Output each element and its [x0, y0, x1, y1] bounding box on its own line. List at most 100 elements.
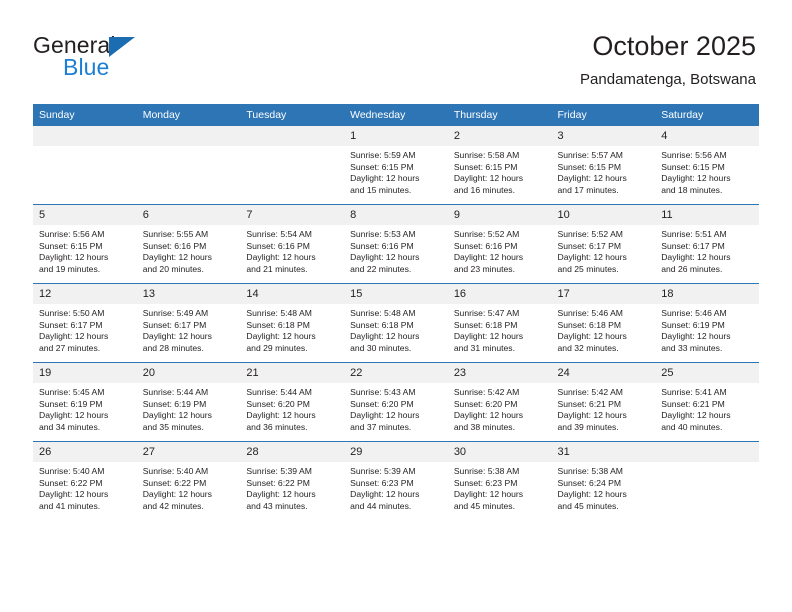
sunset-time: Sunset: 6:17 PM [39, 319, 103, 330]
calendar-day-cell[interactable]: 23 Sunrise: 5:42 AM Sunset: 6:20 PM Dayligh… [447, 362, 552, 442]
calendar-day-cell[interactable]: 22 Sunrise: 5:43 AM Sunset: 6:20 PM Dayligh… [344, 362, 448, 442]
sunrise-time: Sunrise: 5:54 AM [246, 229, 312, 239]
sunset-time: Sunset: 6:23 PM [453, 477, 518, 488]
calendar-day-cell[interactable]: 26 Sunrise: 5:40 AM Sunset: 6:22 PM Dayligh… [33, 441, 137, 520]
title-block: October 2025 Pandamatenga, Botswana [580, 30, 756, 91]
daylight-duration-line1: Daylight: 12 hours [350, 410, 420, 421]
calendar-day-cell[interactable]: 17 Sunrise: 5:46 AM Sunset: 6:18 PM Dayligh… [551, 283, 656, 363]
calendar-page: General Blue October 2025 Pandamatenga, … [0, 0, 792, 612]
day-details: Sunrise: 5:44 AM Sunset: 6:19 PM Daylight:… [137, 383, 241, 433]
sunrise-time: Sunrise: 5:52 AM [557, 229, 623, 239]
day-details: Sunrise: 5:45 AM Sunset: 6:19 PM Daylight:… [33, 383, 137, 433]
daylight-duration-line1: Daylight: 12 hours [39, 252, 109, 263]
calendar-day-cell[interactable]: 30 Sunrise: 5:38 AM Sunset: 6:23 PM Dayligh… [447, 441, 552, 520]
day-details: Sunrise: 5:40 AM Sunset: 6:22 PM Daylight:… [137, 462, 241, 512]
calendar-day-cell[interactable]: 4 Sunrise: 5:56 AM Sunset: 6:15 PM Daylight… [655, 126, 759, 205]
daylight-duration-line2: and 30 minutes. [350, 342, 412, 353]
day-details: Sunrise: 5:56 AM Sunset: 6:15 PM Daylight:… [33, 225, 137, 275]
sunrise-time: Sunrise: 5:59 AM [350, 150, 416, 160]
calendar-day-cell[interactable]: 28 Sunrise: 5:39 AM Sunset: 6:22 PM Dayligh… [240, 441, 345, 520]
calendar-day-cell[interactable]: 27 Sunrise: 5:40 AM Sunset: 6:22 PM Dayligh… [136, 441, 241, 520]
daylight-duration-line2: and 44 minutes. [350, 500, 412, 511]
calendar-day-cell[interactable]: 18 Sunrise: 5:46 AM Sunset: 6:19 PM Dayligh… [655, 283, 759, 363]
sunrise-time: Sunrise: 5:39 AM [246, 466, 312, 476]
calendar-day-cell[interactable]: 21 Sunrise: 5:44 AM Sunset: 6:20 PM Dayligh… [240, 362, 345, 442]
sunset-time: Sunset: 6:23 PM [350, 477, 414, 488]
calendar-day-cell[interactable]: 9 Sunrise: 5:52 AM Sunset: 6:16 PM Daylight… [447, 204, 552, 284]
daylight-duration-line2: and 21 minutes. [246, 263, 308, 274]
day-number: 26 [33, 442, 137, 462]
calendar-day-cell[interactable]: 3 Sunrise: 5:57 AM Sunset: 6:15 PM Daylight… [551, 126, 656, 205]
day-number: 1 [344, 126, 448, 146]
daylight-duration-line1: Daylight: 12 hours [661, 331, 731, 342]
daylight-duration-line2: and 39 minutes. [557, 421, 619, 432]
calendar-day-cell[interactable]: 25 Sunrise: 5:41 AM Sunset: 6:21 PM Dayligh… [655, 362, 759, 442]
sunrise-time: Sunrise: 5:42 AM [557, 387, 623, 397]
calendar-day-cell[interactable]: 2 Sunrise: 5:58 AM Sunset: 6:15 PM Daylight… [447, 126, 552, 205]
calendar-day-cell[interactable]: 19 Sunrise: 5:45 AM Sunset: 6:19 PM Dayligh… [33, 362, 137, 442]
daylight-duration-line2: and 15 minutes. [350, 184, 412, 195]
calendar-day-cell[interactable]: 10 Sunrise: 5:52 AM Sunset: 6:17 PM Dayligh… [551, 204, 656, 284]
calendar-day-cell[interactable]: 1 Sunrise: 5:59 AM Sunset: 6:15 PM Daylight… [344, 126, 448, 205]
calendar-day-cell[interactable]: 7 Sunrise: 5:54 AM Sunset: 6:16 PM Daylight… [240, 204, 345, 284]
calendar-day-cell[interactable]: 6 Sunrise: 5:55 AM Sunset: 6:16 PM Daylight… [136, 204, 241, 284]
day-number: 30 [447, 442, 552, 462]
sunrise-time: Sunrise: 5:51 AM [661, 229, 727, 239]
daylight-duration-line2: and 23 minutes. [453, 263, 515, 274]
weekday-header-monday: Monday [136, 104, 241, 126]
calendar-day-cell[interactable]: 31 Sunrise: 5:38 AM Sunset: 6:24 PM Dayligh… [551, 441, 656, 520]
calendar-day-cell[interactable]: 12 Sunrise: 5:50 AM Sunset: 6:17 PM Dayligh… [33, 283, 137, 363]
day-details: Sunrise: 5:49 AM Sunset: 6:17 PM Daylight:… [137, 304, 241, 354]
day-number: 2 [447, 126, 552, 146]
sunset-time: Sunset: 6:20 PM [350, 398, 414, 409]
daylight-duration-line2: and 35 minutes. [142, 421, 204, 432]
sunrise-time: Sunrise: 5:39 AM [350, 466, 416, 476]
day-number: 9 [447, 205, 552, 225]
daylight-duration-line2: and 45 minutes. [453, 500, 515, 511]
calendar-day-cell[interactable]: 8 Sunrise: 5:53 AM Sunset: 6:16 PM Daylight… [344, 204, 448, 284]
sunrise-time: Sunrise: 5:38 AM [453, 466, 520, 476]
day-number: 27 [136, 442, 241, 462]
day-details: Sunrise: 5:43 AM Sunset: 6:20 PM Daylight:… [344, 383, 448, 433]
day-details: Sunrise: 5:50 AM Sunset: 6:17 PM Daylight:… [33, 304, 137, 354]
calendar-day-cell[interactable]: 14 Sunrise: 5:48 AM Sunset: 6:18 PM Dayligh… [240, 283, 345, 363]
sunrise-time: Sunrise: 5:46 AM [557, 308, 623, 318]
calendar-day-cell[interactable]: 5 Sunrise: 5:56 AM Sunset: 6:15 PM Daylight… [33, 204, 137, 284]
day-details: Sunrise: 5:48 AM Sunset: 6:18 PM Daylight:… [344, 304, 448, 354]
daylight-duration-line2: and 32 minutes. [557, 342, 619, 353]
page-subtitle: Pandamatenga, Botswana [580, 71, 756, 88]
calendar-cell-empty [136, 126, 241, 205]
calendar-day-cell[interactable]: 13 Sunrise: 5:49 AM Sunset: 6:17 PM Dayligh… [136, 283, 241, 363]
calendar-table: Sunday Monday Tuesday Wednesday Thursday… [33, 104, 759, 520]
daylight-duration-line2: and 36 minutes. [246, 421, 308, 432]
page-header: General Blue October 2025 Pandamatenga, … [0, 0, 792, 100]
sunrise-time: Sunrise: 5:50 AM [39, 308, 105, 318]
general-blue-logo[interactable]: General Blue [33, 32, 263, 87]
sunset-time: Sunset: 6:24 PM [557, 477, 622, 488]
sunset-time: Sunset: 6:15 PM [661, 161, 725, 172]
sunrise-time: Sunrise: 5:40 AM [142, 466, 209, 476]
calendar-day-cell[interactable]: 16 Sunrise: 5:47 AM Sunset: 6:18 PM Dayligh… [447, 283, 552, 363]
sunset-time: Sunset: 6:17 PM [661, 240, 725, 251]
day-details: Sunrise: 5:54 AM Sunset: 6:16 PM Daylight:… [240, 225, 344, 275]
daylight-duration-line1: Daylight: 12 hours [142, 410, 212, 421]
calendar-day-cell[interactable]: 15 Sunrise: 5:48 AM Sunset: 6:18 PM Dayligh… [344, 283, 448, 363]
day-details: Sunrise: 5:52 AM Sunset: 6:16 PM Daylight:… [448, 225, 552, 275]
day-details: Sunrise: 5:46 AM Sunset: 6:18 PM Daylight:… [552, 304, 656, 354]
daylight-duration-line1: Daylight: 12 hours [142, 489, 212, 500]
calendar-day-cell[interactable]: 11 Sunrise: 5:51 AM Sunset: 6:17 PM Dayligh… [655, 204, 759, 284]
daylight-duration-line2: and 17 minutes. [557, 184, 619, 195]
day-number: 6 [136, 205, 241, 225]
day-number: 24 [551, 363, 656, 383]
daylight-duration-line1: Daylight: 12 hours [453, 489, 524, 500]
day-details: Sunrise: 5:44 AM Sunset: 6:20 PM Daylight:… [240, 383, 344, 433]
calendar-day-cell[interactable]: 29 Sunrise: 5:39 AM Sunset: 6:23 PM Dayligh… [344, 441, 448, 520]
calendar-day-cell[interactable]: 20 Sunrise: 5:44 AM Sunset: 6:19 PM Dayligh… [136, 362, 241, 442]
day-details: Sunrise: 5:53 AM Sunset: 6:16 PM Daylight:… [344, 225, 448, 275]
day-number: 4 [655, 126, 759, 146]
sunset-time: Sunset: 6:19 PM [661, 319, 725, 330]
daylight-duration-line1: Daylight: 12 hours [661, 410, 731, 421]
sunset-time: Sunset: 6:21 PM [557, 398, 622, 409]
sunset-time: Sunset: 6:16 PM [246, 240, 310, 251]
calendar-day-cell[interactable]: 24 Sunrise: 5:42 AM Sunset: 6:21 PM Dayligh… [551, 362, 656, 442]
